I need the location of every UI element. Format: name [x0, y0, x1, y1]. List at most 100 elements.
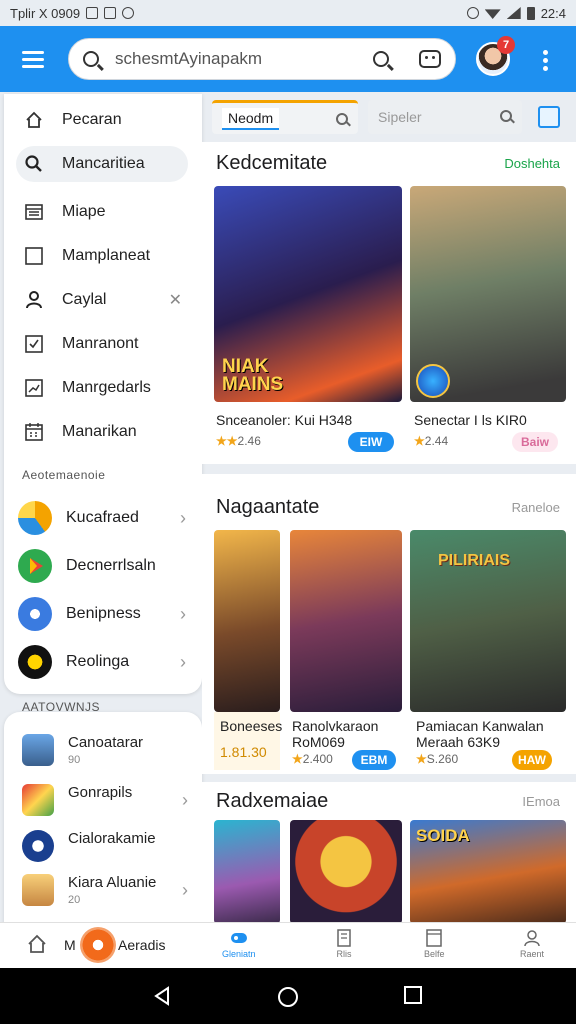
calendar-icon	[25, 423, 43, 441]
section-card: Nagaantate Raneloe PILIRIAIS Boneeses 1.…	[202, 474, 576, 774]
bottom-tab-files[interactable]: Rlis	[334, 929, 354, 959]
search-submit-icon[interactable]	[373, 51, 389, 67]
back-icon[interactable]	[152, 986, 172, 1006]
app-icon	[18, 501, 52, 535]
nav-item-calendar[interactable]: Manarikan	[16, 414, 188, 450]
game-name: Boneeses	[220, 718, 283, 734]
nav-item-label: Mamplaneat	[62, 247, 151, 264]
nav-item-management[interactable]: Manranont	[16, 326, 188, 362]
mini-item-2[interactable]: Gonrapils ›	[22, 784, 192, 828]
nav-item-home[interactable]: Pecaran	[16, 102, 188, 138]
notification-icon	[86, 7, 99, 19]
install-button[interactable]: EIW	[348, 432, 394, 452]
filter-tab-1[interactable]: Neodm	[212, 100, 358, 134]
nav-item-label: Pecaran	[62, 111, 122, 128]
app-thumbnail	[22, 784, 54, 816]
game-tile[interactable]	[290, 820, 402, 922]
status-time: 22:4	[540, 5, 566, 21]
section-link[interactable]: Raneloe	[512, 500, 560, 515]
section-title: Nagaantate	[216, 496, 320, 518]
mini-item-1[interactable]: Canoatarar 90	[22, 734, 192, 778]
section-card: Kedcemitate Doshehta NIAK MAINS Snceanol…	[202, 142, 576, 464]
mini-item-title: Kiara Aluanie	[68, 874, 157, 891]
app-item-reolinga[interactable]: Reolinga ›	[18, 642, 190, 682]
person-icon	[26, 291, 42, 309]
home-button-icon[interactable]	[277, 986, 299, 1008]
more-options-icon[interactable]	[543, 50, 549, 71]
app-item-decnerrlsaln[interactable]: Decnerrlsaln	[18, 546, 190, 586]
search-icon	[25, 155, 42, 172]
nav-item-planner[interactable]: Mamplaneat	[16, 238, 188, 274]
bottom-left-label: M	[64, 937, 76, 953]
nav-item-map[interactable]: Miape	[16, 194, 188, 230]
list-icon	[25, 204, 43, 220]
app-thumbnail	[22, 874, 54, 906]
battery-icon	[526, 6, 535, 20]
search-icon	[336, 113, 348, 125]
game-tile[interactable]: NIAK MAINS	[214, 186, 402, 402]
menu-icon[interactable]	[22, 51, 44, 68]
gear-icon	[122, 7, 135, 19]
search-input[interactable]: schesmtAyinapakm	[115, 49, 373, 69]
status-bar: Tplir X 0909 22:4	[0, 0, 576, 26]
recents-icon[interactable]	[404, 986, 422, 1004]
fab-button[interactable]	[80, 927, 116, 963]
close-icon[interactable]: ✕	[169, 290, 182, 310]
app-item-benipness[interactable]: Benipness ›	[18, 594, 190, 634]
bottom-tab-label: Rlis	[336, 949, 352, 959]
game-tile[interactable]	[290, 530, 402, 712]
star-app-icon	[18, 597, 52, 631]
status-left-text: Tplir X 0909	[10, 5, 81, 21]
filter-tab-2[interactable]: Sipeler	[368, 100, 522, 134]
install-button[interactable]: EBM	[352, 750, 396, 770]
bottom-tab-library[interactable]: Belfe	[424, 929, 445, 959]
person-icon	[524, 930, 540, 947]
bottom-tab-label: Belfe	[424, 949, 445, 959]
bottom-tab-profile[interactable]: Raent	[520, 929, 544, 959]
mini-item-3[interactable]: Cialorakamie	[22, 830, 192, 874]
game-name: Senectar I ls KIR0	[414, 412, 527, 428]
game-tile[interactable]	[214, 820, 280, 922]
chart-icon	[25, 379, 43, 397]
home-icon[interactable]	[26, 933, 48, 955]
game-tile[interactable]: SOIDA	[410, 820, 566, 922]
checkbox-icon	[25, 335, 43, 353]
install-button[interactable]: Baiw	[512, 432, 558, 452]
app-item-label: Decnerrlsaln	[66, 557, 156, 574]
nav-item-search[interactable]: Mancaritiea	[16, 146, 188, 182]
section-title: Kedcemitate	[216, 152, 328, 174]
game-tile[interactable]: PILIRIAIS	[410, 530, 566, 712]
install-button[interactable]: HAW	[512, 750, 552, 770]
app-item-kucafraed[interactable]: Kucafraed ›	[18, 498, 190, 538]
nav-item-reports[interactable]: Manrgedarls	[16, 370, 188, 406]
nav-item-profile[interactable]: Caylal ✕	[16, 282, 188, 318]
book-icon	[426, 929, 442, 947]
game-tile[interactable]	[410, 186, 566, 402]
game-name: Pamiacan Kanwalan Meraah 63K9	[416, 718, 544, 750]
bottom-tab-label: Gleniatn	[222, 949, 256, 959]
app-thumbnail	[22, 734, 54, 766]
filter-tab-label: Neodm	[222, 107, 280, 130]
mini-item-4[interactable]: Kiara Aluanie 20 ›	[22, 874, 192, 918]
mini-item-title: Canoatarar	[68, 734, 144, 751]
assistant-icon[interactable]	[419, 50, 441, 68]
alarm-icon	[466, 7, 479, 19]
navigation-drawer: Pecaran Mancaritiea Miape Mamplaneat Cay…	[4, 94, 202, 694]
game-art-text: PILIRIAIS	[438, 552, 511, 569]
wifi-icon	[484, 9, 501, 19]
chevron-right-icon: ›	[182, 790, 188, 810]
bottom-tab-games[interactable]: Gleniatn	[222, 929, 256, 959]
message-icon	[104, 7, 117, 19]
section-card: Radxemaiae IEmoa SOIDA	[202, 782, 576, 922]
game-rating: ★★2.46	[216, 434, 261, 448]
search-icon	[83, 51, 99, 67]
app-item-label: Benipness	[66, 605, 141, 622]
play-store-icon	[18, 549, 52, 583]
section-link[interactable]: Doshehta	[504, 156, 560, 171]
filter-toggle-button[interactable]	[538, 106, 560, 128]
search-bar[interactable]: schesmtAyinapakm	[68, 38, 456, 80]
section-link[interactable]: IEmoa	[522, 794, 560, 809]
search-icon	[500, 110, 512, 122]
game-tile[interactable]	[214, 530, 280, 712]
mini-item-sub: 20	[68, 894, 81, 906]
